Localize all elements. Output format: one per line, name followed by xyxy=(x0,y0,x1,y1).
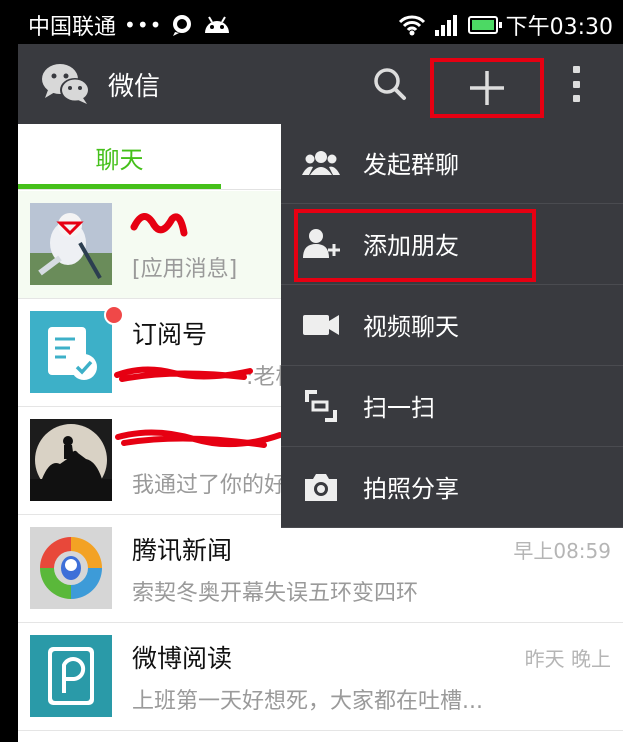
chat-name: 订阅号 xyxy=(132,320,208,349)
battery-icon xyxy=(467,16,502,34)
menu-item-scan[interactable]: 扫一扫 xyxy=(281,366,623,447)
add-friend-icon xyxy=(303,229,340,258)
video-chat-icon xyxy=(303,315,339,335)
name-redaction-scribble xyxy=(115,429,283,448)
tab-chats-label: 聊天 xyxy=(95,145,144,174)
chat-message: 索契冬奥开幕失误五环变四环 xyxy=(132,581,419,606)
menu-label: 添加朋友 xyxy=(363,232,459,260)
chat-name: 腾讯新闻 xyxy=(132,536,233,565)
menu-item-video-chat[interactable]: 视频聊天 xyxy=(281,285,623,366)
menu-item-group-chat[interactable]: 发起群聊 xyxy=(281,123,623,204)
tencent-news-icon xyxy=(30,527,112,609)
menu-item-photo-share[interactable]: 拍照分享 xyxy=(281,447,623,528)
subscription-icon xyxy=(30,311,112,393)
chat-message: 上班第一天好想死，大家都在吐槽... xyxy=(132,689,483,714)
name-redaction-scribble xyxy=(130,213,188,237)
wifi-icon xyxy=(398,15,425,36)
notification-dots: ••• xyxy=(124,13,163,37)
chat-bubble-icon xyxy=(173,15,192,36)
action-bar: 微信 xyxy=(18,44,623,124)
menu-item-add-friend[interactable]: 添加朋友 xyxy=(281,204,623,285)
plus-icon xyxy=(470,71,504,105)
cartoon-avatar xyxy=(30,203,112,285)
signal-icon xyxy=(434,15,457,36)
horse-rider-avatar xyxy=(30,419,112,501)
more-vert-icon[interactable] xyxy=(566,64,586,104)
menu-label: 扫一扫 xyxy=(363,394,435,422)
chat-message: 我通过了你的好 xyxy=(132,473,287,498)
chat-time: 早上08:59 xyxy=(513,539,611,563)
chat-name: 微博阅读 xyxy=(132,644,233,673)
carrier-label: 中国联通 xyxy=(28,15,117,40)
message-redaction-scribble xyxy=(114,366,253,382)
app-title: 微信 xyxy=(108,72,161,102)
add-button[interactable] xyxy=(430,58,544,118)
menu-label: 视频聊天 xyxy=(363,313,459,341)
wechat-logo-icon xyxy=(42,64,90,104)
menu-label: 拍照分享 xyxy=(363,475,459,503)
menu-label: 发起群聊 xyxy=(363,151,459,179)
weibo-read-icon xyxy=(30,635,112,717)
android-icon xyxy=(205,16,230,33)
baidu-watermark: Bai 经验 jingyan.baidu.com xyxy=(486,682,594,726)
chat-message: [应用消息] xyxy=(132,257,238,282)
group-chat-icon xyxy=(302,151,340,175)
unread-dot xyxy=(104,305,124,325)
chat-time: 昨天 晚上 xyxy=(524,647,611,671)
search-icon[interactable] xyxy=(370,64,410,104)
wechat-app: 微信 聊天 [应用消息] 订阅号:老板 我通过了你的好 腾讯新闻 早上08:5… xyxy=(18,44,623,742)
clock: 下午03:30 xyxy=(505,15,613,40)
add-popup-menu: 发起群聊 添加朋友 视频聊天 扫一扫 拍照分享 xyxy=(281,123,623,528)
tab-indicator xyxy=(18,184,221,189)
status-bar: 中国联通 ••• 下午03:30 xyxy=(0,0,623,44)
tab-chats[interactable]: 聊天 xyxy=(18,124,221,190)
camera-icon xyxy=(305,474,337,501)
chat-row[interactable]: 腾讯新闻 早上08:59 索契冬奥开幕失误五环变四环 xyxy=(18,515,623,623)
scan-icon xyxy=(305,390,337,422)
